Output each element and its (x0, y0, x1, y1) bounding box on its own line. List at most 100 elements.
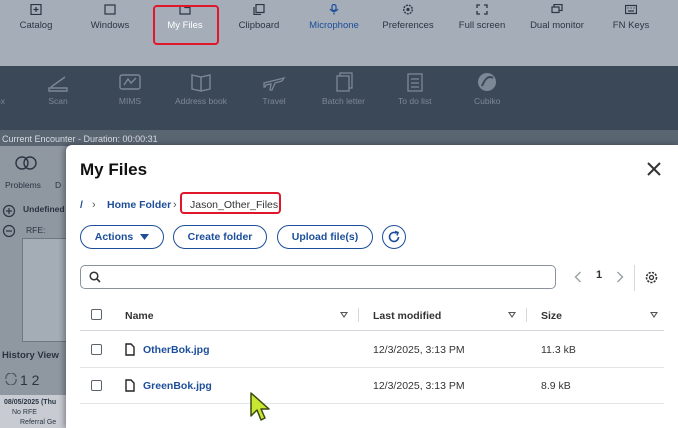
clipboard-icon (253, 4, 265, 15)
document-stack-icon (335, 72, 353, 92)
fullscreen-icon (476, 4, 488, 15)
mouse-cursor-icon (250, 392, 270, 421)
toolbar-label: Catalog (19, 20, 53, 31)
settings-gear-icon[interactable] (645, 271, 658, 284)
keyboard-icon (625, 4, 637, 15)
column-separator (358, 308, 359, 322)
toolbar-preferences[interactable]: Preferences (371, 4, 445, 44)
checklist-icon (407, 73, 423, 92)
problems-icon (15, 156, 37, 170)
refresh-history-icon[interactable] (4, 373, 18, 385)
cubiko-icon (478, 73, 497, 91)
toolbar-full-screen[interactable]: Full screen (445, 4, 519, 44)
toolbar2-scan[interactable]: Scan (46, 72, 70, 106)
file-icon (125, 379, 135, 392)
toolbar2-cubiko[interactable]: Cubiko (474, 72, 500, 106)
file-modified: 12/3/2025, 3:13 PM (373, 380, 465, 392)
chevron-left-icon[interactable] (574, 271, 582, 283)
row-checkbox[interactable] (91, 344, 102, 355)
column-size-header[interactable]: Size (541, 310, 562, 322)
file-name-link[interactable]: GreenBok.jpg (143, 380, 212, 392)
toolbar-label: Windows (90, 20, 130, 31)
file-size: 8.9 kB (541, 380, 571, 392)
toolbar2-label: Batch letter (322, 96, 365, 106)
file-modified: 12/3/2025, 3:13 PM (373, 344, 465, 356)
caret-down-icon (140, 234, 150, 240)
toolbar-catalog[interactable]: Catalog (0, 4, 73, 44)
history-referral: Referral Ge (20, 419, 57, 426)
toolbar-dual-monitor[interactable]: Dual monitor (520, 4, 594, 44)
toolbar2-address-book[interactable]: Address book (175, 72, 227, 106)
toolbar2-mims[interactable]: MIMS (118, 72, 142, 106)
address-book-icon (191, 74, 211, 92)
toolbar2-label: ox (0, 96, 5, 106)
toolbar-label: Microphone (309, 20, 359, 31)
toolbar2-to-do-list[interactable]: To do list (398, 72, 432, 106)
plane-icon (263, 76, 286, 91)
divider (634, 265, 635, 291)
toolbar-label: Preferences (382, 20, 434, 31)
encounter-duration: Current Encounter - Duration: 00:00:31 (2, 134, 158, 144)
filter-icon[interactable] (340, 312, 348, 318)
file-table-header: Name Last modified Size (80, 299, 664, 331)
toolbar-label: Dual monitor (530, 20, 584, 31)
table-row[interactable]: GreenBok.jpg 12/3/2025, 3:13 PM 8.9 kB (80, 368, 664, 404)
page-number: 1 (596, 269, 603, 281)
add-remove-icons[interactable] (2, 204, 16, 238)
upload-label: Upload file(s) (291, 231, 359, 243)
create-folder-button[interactable]: Create folder (173, 225, 267, 249)
file-icon (125, 343, 135, 356)
dialog-title: My Files (80, 160, 148, 179)
dual-monitor-icon (551, 4, 563, 14)
scanner-icon (48, 76, 68, 92)
table-row[interactable]: OtherBok.jpg 12/3/2025, 3:13 PM 11.3 kB (80, 332, 664, 368)
actions-button[interactable]: Actions (80, 225, 164, 249)
toolbar-fn-keys[interactable]: FN Keys (594, 4, 668, 44)
search-input[interactable] (105, 270, 545, 284)
encounter-notes-area (22, 238, 70, 342)
refresh-icon (388, 230, 400, 243)
search-box[interactable] (80, 265, 556, 289)
history-entry[interactable]: 08/05/2025 (Thu No RFE Referral Ge (0, 395, 66, 428)
undefined-label: Undefined (23, 204, 65, 214)
breadcrumb-root[interactable]: / (80, 199, 83, 211)
windows-icon (104, 4, 116, 15)
file-name-link[interactable]: OtherBok.jpg (143, 344, 210, 356)
encounter-bar: Current Encounter - Duration: 00:00:31 (0, 130, 678, 146)
toolbar2-label: Scan (48, 96, 68, 106)
row-checkbox[interactable] (91, 380, 102, 391)
file-size: 11.3 kB (541, 344, 576, 356)
upload-files-button[interactable]: Upload file(s) (277, 225, 373, 249)
toolbar-microphone[interactable]: Microphone (297, 4, 371, 44)
breadcrumb-home-folder[interactable]: Home Folder (107, 199, 171, 211)
select-all-checkbox[interactable] (91, 309, 102, 320)
column-name-header[interactable]: Name (125, 310, 154, 322)
toolbar2-label: Address book (175, 96, 227, 106)
column-modified-header[interactable]: Last modified (373, 310, 441, 322)
toolbar2-item[interactable]: ox (0, 96, 5, 106)
toolbar-windows[interactable]: Windows (73, 4, 147, 44)
highlight-box-current-folder (180, 192, 281, 214)
filter-icon[interactable] (650, 312, 658, 318)
toolbar2-batch-letter[interactable]: Batch letter (322, 72, 365, 106)
toolbar2-label: To do list (398, 96, 432, 106)
chevron-right-icon: › (92, 199, 96, 211)
create-folder-label: Create folder (187, 231, 253, 243)
my-files-dialog: My Files / › Home Folder › Jason_Other_F… (66, 145, 678, 428)
filter-icon[interactable] (508, 312, 516, 318)
toolbar2-travel[interactable]: Travel (262, 72, 286, 106)
search-icon (89, 271, 101, 283)
chevron-right-icon: › (173, 199, 177, 211)
chevron-right-icon[interactable] (616, 271, 624, 283)
refresh-button[interactable] (382, 225, 406, 249)
secondary-toolbar: ox Scan MIMS Address book Travel Batch l… (0, 66, 678, 130)
gear-icon (402, 4, 414, 15)
toolbar-label: Full screen (458, 20, 506, 31)
close-icon[interactable] (646, 161, 662, 177)
toolbar-label: FN Keys (612, 20, 650, 31)
toolbar-label: Clipboard (238, 20, 280, 31)
actions-label: Actions (94, 231, 134, 243)
problems-label: Problems (5, 180, 41, 190)
toolbar-clipboard[interactable]: Clipboard (222, 4, 296, 44)
history-pages[interactable]: 1 2 (20, 372, 39, 388)
